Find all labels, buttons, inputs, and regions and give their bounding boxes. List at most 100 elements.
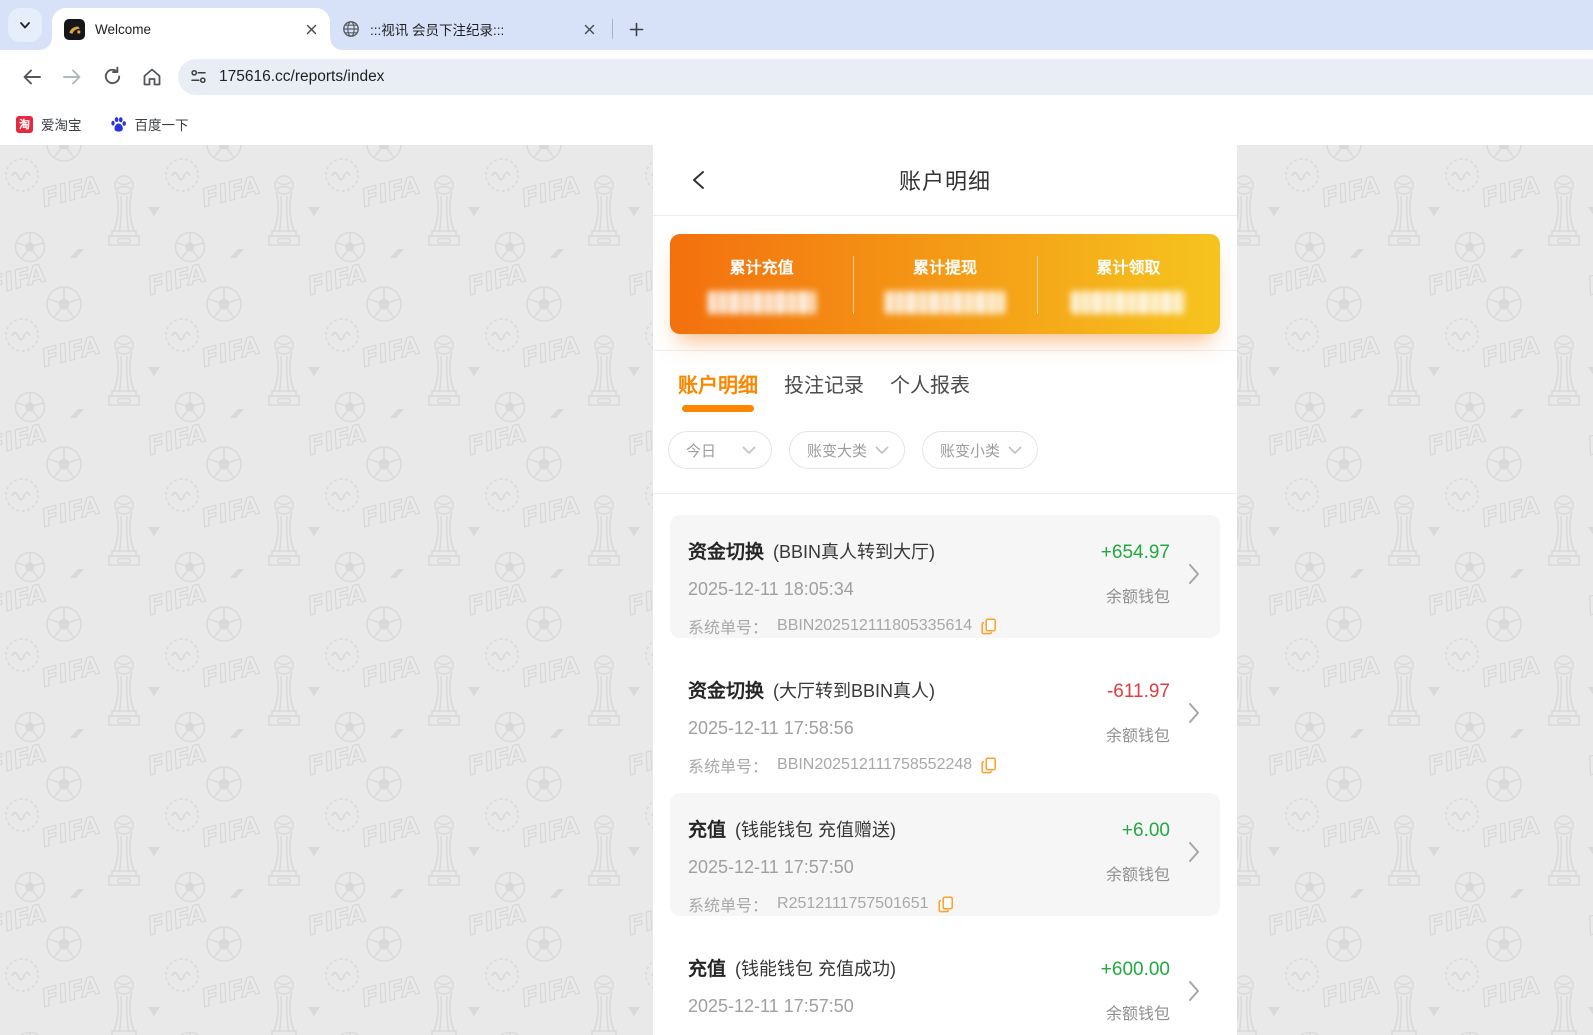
transaction-order-line: 系统单号： BBIN202512111805335614 [688, 614, 1220, 638]
browser-tab-strip: Welcome :::视讯 会员下注纪录::: [0, 0, 1593, 50]
filter-label: 账变小类 [940, 442, 1001, 460]
tab-search-button[interactable] [8, 8, 42, 42]
summary-label: 累计领取 [1096, 260, 1161, 277]
transaction-type: 资金切换 [688, 542, 765, 563]
url-text[interactable]: 175616.cc/reports/index [219, 68, 384, 86]
transaction-wallet: 余额钱包 [1105, 728, 1170, 745]
copy-icon [981, 617, 997, 634]
filter-major-category-dropdown[interactable]: 账变大类 [789, 431, 905, 469]
copy-button[interactable] [981, 617, 997, 635]
section-tabs: 账户明细 投注记录 个人报表 [653, 351, 1237, 417]
tab-betting-records[interactable]: 投注记录 [784, 369, 864, 417]
page-header: 账户明细 [653, 145, 1237, 216]
masked-value [707, 291, 816, 314]
masked-value [1071, 291, 1186, 314]
summary-total-claimed: 累计领取 [1036, 234, 1220, 334]
bookmark-taobao[interactable]: 淘 爱淘宝 [16, 114, 82, 134]
copy-icon [938, 895, 953, 912]
copy-button[interactable] [981, 756, 997, 774]
chevron-right-icon [1188, 841, 1200, 868]
transaction-order-line: 系统单号： BBIN202512111758552248 [688, 753, 1220, 777]
reload-icon [104, 66, 120, 85]
tab-title: Welcome [95, 21, 152, 37]
transaction-amount: -611.97 [1106, 681, 1170, 702]
browser-toolbar: 175616.cc/reports/index [0, 50, 1593, 103]
order-number-label: 系统单号： [688, 620, 769, 637]
copy-button[interactable] [938, 895, 954, 913]
bookmarks-bar: 淘 爱淘宝 百度一下 [0, 103, 1593, 145]
transaction-amount-block: +6.00 余额钱包 [1106, 820, 1170, 885]
transaction-amount: +6.00 [1121, 820, 1170, 841]
tab-account-details[interactable]: 账户明细 [678, 369, 758, 417]
order-number-label: 系统单号： [688, 1031, 768, 1035]
order-number-label: 系统单号： [688, 898, 769, 915]
home-button[interactable] [132, 57, 172, 97]
filter-row: 今日 账变大类 账变小类 [653, 417, 1237, 494]
page-viewport: FIFA FIFA FIFA 账户明细 累计充值 [0, 145, 1593, 1035]
transaction-type: 充值 [688, 959, 727, 980]
taobao-icon: 淘 [16, 115, 33, 133]
transaction-row[interactable]: 资金切换 (BBIN真人转到大厅) 2025-12-11 18:05:34 系统… [670, 515, 1220, 638]
chevron-down-icon [1008, 446, 1022, 454]
chevron-right-icon [1188, 702, 1200, 729]
transaction-amount-block: -611.97 余额钱包 [1106, 681, 1170, 746]
site-settings-icon[interactable] [190, 68, 207, 85]
transaction-amount-block: +654.97 余额钱包 [1101, 542, 1170, 607]
chevron-down-icon [742, 446, 756, 454]
transaction-subtitle: (钱能钱包 充值成功) [735, 959, 897, 979]
filter-date-dropdown[interactable]: 今日 [668, 431, 772, 469]
account-details-panel: 账户明细 累计充值 累计提现 累计领取 账户明细 投注记录 个人报表 今日 账变… [653, 145, 1237, 1035]
tab-betting-records[interactable]: :::视讯 会员下注纪录::: [330, 8, 608, 50]
globe-icon [342, 20, 360, 38]
baidu-paw-icon [110, 116, 127, 133]
transaction-wallet: 余额钱包 [1105, 867, 1170, 884]
order-number-value: R2512111757501651 [777, 895, 929, 912]
tab-close-icon[interactable] [302, 20, 320, 38]
tab-welcome[interactable]: Welcome [40, 8, 342, 50]
plus-icon [629, 22, 643, 36]
transaction-order-line: 系统单号： R2512111757501651 [688, 892, 1220, 916]
filter-minor-category-dropdown[interactable]: 账变小类 [922, 431, 1038, 469]
new-tab-button[interactable] [621, 14, 651, 44]
summary-label: 累计充值 [729, 260, 794, 277]
transaction-subtitle: (大厅转到BBIN真人) [773, 681, 936, 701]
transaction-row[interactable]: 资金切换 (大厅转到BBIN真人) 2025-12-11 17:58:56 系统… [670, 654, 1220, 777]
page-title: 账户明细 [898, 169, 991, 194]
masked-value [884, 291, 1005, 314]
forward-button[interactable] [52, 57, 92, 97]
order-number-value: BBIN202512111758552248 [777, 756, 973, 773]
transaction-type: 充值 [688, 820, 727, 841]
transaction-row[interactable]: 充值 (钱能钱包 充值赠送) 2025-12-11 17:57:50 系统单号：… [670, 793, 1220, 916]
chevron-down-icon [875, 446, 889, 454]
tab-close-icon[interactable] [580, 20, 598, 38]
transaction-wallet: 余额钱包 [1105, 1006, 1170, 1023]
summary-total-withdraw: 累计提现 [853, 234, 1036, 334]
order-number-value: BBIN202512111805335614 [777, 617, 973, 634]
transaction-subtitle: (BBIN真人转到大厅) [773, 542, 936, 562]
bookmark-label: 爱淘宝 [41, 118, 82, 133]
transaction-subtitle: (钱能钱包 充值赠送) [735, 820, 897, 840]
reload-button[interactable] [92, 57, 132, 97]
summary-total-recharge: 累计充值 [670, 234, 853, 334]
back-button[interactable] [12, 57, 52, 97]
back-chevron-button[interactable] [681, 145, 717, 215]
transaction-order-line: 系统单号： R2512111757500748 [688, 1031, 1220, 1035]
filter-label: 今日 [686, 442, 717, 460]
tab-strip-divider [612, 19, 613, 39]
chevron-down-icon [20, 22, 30, 29]
tab-title: :::视讯 会员下注纪录::: [370, 23, 505, 38]
summary-label: 累计提现 [912, 260, 977, 277]
summary-section: 累计充值 累计提现 累计领取 [653, 216, 1237, 351]
transaction-amount: +600.00 [1100, 959, 1170, 980]
chevron-right-icon [1188, 563, 1200, 590]
tab-personal-report[interactable]: 个人报表 [890, 369, 970, 417]
transaction-amount-block: +600.00 余额钱包 [1101, 959, 1170, 1024]
transaction-row[interactable]: 充值 (钱能钱包 充值成功) 2025-12-11 17:57:50 系统单号：… [670, 932, 1220, 1035]
chevron-left-icon [693, 171, 704, 189]
bookmark-baidu[interactable]: 百度一下 [110, 114, 189, 134]
transaction-wallet: 余额钱包 [1105, 589, 1170, 606]
arrow-right-icon [63, 69, 81, 84]
address-bar[interactable]: 175616.cc/reports/index [178, 58, 1593, 95]
site-favicon-icon [64, 18, 85, 40]
bookmark-label: 百度一下 [134, 118, 189, 133]
